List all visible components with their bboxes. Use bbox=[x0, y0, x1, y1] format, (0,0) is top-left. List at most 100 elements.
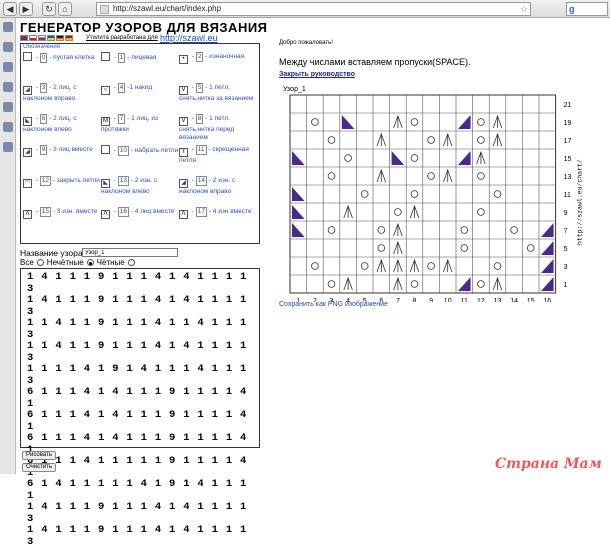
browser-toolbar: ◀ ▶ ↻ ⌂ http://szawl.eu/chart/index.php … bbox=[0, 0, 610, 18]
legend-item-11: ℓ - 11 - скрещенная петля bbox=[179, 145, 249, 164]
address-bar[interactable]: http://szawl.eu/chart/index.php ☆ bbox=[96, 2, 531, 16]
flag-english[interactable] bbox=[20, 35, 28, 41]
draw-button[interactable]: Рисовать bbox=[22, 451, 56, 460]
row-label: 5 bbox=[564, 246, 568, 253]
pattern-line: 1 1 4 1 1 9 1 1 1 4 1 1 4 1 1 1 3 bbox=[27, 317, 248, 341]
col-label: 9 bbox=[429, 298, 433, 302]
bind-off-icon: ◠ bbox=[23, 179, 32, 188]
yarn-over-mark bbox=[460, 226, 469, 234]
legend-item-0: - 0 - пустая клетка bbox=[23, 52, 101, 63]
page-title: ГЕНЕРАТОР УЗОРОВ ДЛЯ ВЯЗАНИЯ bbox=[20, 20, 268, 35]
flag-german[interactable] bbox=[56, 35, 64, 41]
browser-sidebar bbox=[0, 18, 16, 474]
legend-item-label: - пустая клетка bbox=[47, 54, 95, 61]
search-box[interactable]: g bbox=[566, 2, 608, 16]
legend-item-label: - 1 петл. снять,нитка за вязанием bbox=[179, 84, 254, 102]
flag-ukrainian[interactable] bbox=[47, 35, 55, 41]
yarn-over-mark bbox=[360, 262, 369, 270]
row-label: 17 bbox=[564, 138, 572, 145]
rows-even-radio[interactable] bbox=[127, 259, 135, 266]
legend-item-number: 16 bbox=[117, 207, 130, 217]
flag-spanish[interactable] bbox=[65, 35, 73, 41]
bookmarks-icon[interactable] bbox=[3, 22, 13, 32]
legend-item-9: ◢ - 9 - 3 лиц вместе bbox=[23, 145, 101, 157]
knit-icon bbox=[101, 52, 110, 61]
yarn-over-mark bbox=[410, 118, 419, 126]
col-label: 12 bbox=[477, 298, 485, 302]
close-guide-link[interactable]: Закрыть руководство bbox=[279, 71, 355, 78]
yarn-over-mark bbox=[460, 244, 469, 252]
yarn-over-mark bbox=[477, 280, 485, 288]
pattern-textarea[interactable]: 1 4 1 1 1 9 1 1 1 4 1 4 1 1 1 1 3 1 4 1 1… bbox=[20, 268, 260, 547]
bookmark-star-icon[interactable]: ☆ bbox=[520, 3, 528, 15]
rows-all-radio[interactable] bbox=[36, 259, 44, 266]
legend-item-15: Λ - 15 - 3 изн. вместе bbox=[23, 207, 101, 219]
p4tog-icon: Λ bbox=[179, 210, 188, 219]
legend-item-12: ◠ - 12 - закрыть петли bbox=[23, 176, 100, 188]
legend-item-17: Λ - 17 - 4 изн вместе bbox=[179, 207, 257, 219]
pattern-line: 6 1 1 1 4 1 4 1 1 1 9 1 1 1 1 4 1 bbox=[27, 386, 248, 410]
yarn-over-mark bbox=[327, 280, 336, 288]
yarn-over-mark bbox=[327, 172, 336, 180]
legend-item-label: -1 накид bbox=[125, 84, 153, 91]
legend-item-14: ◢ - 14 - 2 изн. с наклоном вправо bbox=[179, 176, 236, 195]
row-label: 13 bbox=[564, 174, 572, 181]
legend-item-4: ○ - 4 -1 накид bbox=[101, 83, 179, 95]
home-button[interactable]: ⌂ bbox=[58, 2, 72, 16]
yarn-over-mark bbox=[394, 208, 402, 216]
pattern-line: 6 1 4 1 1 1 1 1 4 1 9 1 4 1 1 1 1 bbox=[27, 478, 248, 502]
legend-item-label: - 3 лиц вместе bbox=[47, 146, 93, 153]
history-icon[interactable] bbox=[3, 42, 13, 52]
forward-button[interactable]: ▶ bbox=[19, 2, 33, 16]
pattern-name-input[interactable] bbox=[82, 248, 178, 257]
rows-odd-radio[interactable] bbox=[86, 259, 94, 266]
legend-title: Обозначения bbox=[23, 44, 61, 50]
pattern-line: 1 4 1 1 1 9 1 1 1 4 1 4 1 1 1 1 3 bbox=[27, 294, 248, 318]
pattern-line: 1 4 1 1 1 9 1 1 1 4 1 4 1 1 1 1 3 bbox=[27, 524, 248, 548]
legend-item-number: 17 bbox=[195, 207, 208, 217]
legend-item-number: 14 bbox=[195, 176, 208, 186]
col-label: 8 bbox=[413, 298, 417, 302]
add-icon[interactable] bbox=[3, 142, 13, 152]
pattern-line: 6 1 1 1 4 1 4 1 1 1 9 1 1 1 1 4 1 bbox=[27, 409, 248, 433]
pattern-chart: 1 2 3 4 5 6 7 8 9 10 11 12 13 14 15 16 21 19 17 15 13 11 9 7 5 3 1… bbox=[279, 84, 587, 302]
back-button[interactable]: ◀ bbox=[3, 2, 17, 16]
legend-item-6: ◣ - 6 - 2 лиц. с наклоном влево bbox=[23, 114, 77, 133]
pattern-line: 6 1 1 1 4 1 4 1 1 1 9 1 1 1 1 4 1 bbox=[27, 432, 248, 456]
rss-icon[interactable] bbox=[3, 82, 13, 92]
instruction-text: Между числами вставляем пропуски(SPACE). bbox=[279, 57, 471, 67]
chart-name: Узор_1 bbox=[283, 86, 306, 93]
yarn-over-mark bbox=[493, 262, 502, 270]
download-icon[interactable] bbox=[3, 102, 13, 112]
row-label: 7 bbox=[564, 228, 568, 235]
favicon-icon bbox=[100, 5, 109, 14]
legend-item-number: 10 bbox=[117, 146, 130, 156]
purl-dot-icon: • bbox=[179, 55, 188, 64]
row-label: 9 bbox=[564, 210, 568, 217]
cast-on-icon bbox=[101, 145, 110, 154]
legend-item-8: V - 8 - 1 петл. снять,нитка перед вязани… bbox=[179, 114, 235, 141]
yarn-over-mark bbox=[526, 244, 535, 252]
row-label: 11 bbox=[564, 192, 571, 199]
clock-icon[interactable] bbox=[3, 122, 13, 132]
legend-item-13: ◣ - 13 - 2 изн. с наклоном влево bbox=[101, 176, 158, 195]
yarn-over-mark bbox=[410, 280, 419, 288]
flag-polish[interactable] bbox=[29, 35, 37, 41]
yarn-over-mark bbox=[477, 208, 485, 216]
yarn-over-mark bbox=[510, 226, 518, 234]
share-icon[interactable] bbox=[3, 62, 13, 72]
legend-item-label: - набрать петли bbox=[129, 147, 179, 154]
slip-front-icon: V bbox=[179, 117, 188, 126]
reload-button[interactable]: ↻ bbox=[42, 2, 56, 16]
legend-item-label: - 3 изн. вместе bbox=[51, 208, 98, 215]
save-png-link[interactable]: Сохранить как PNG изображение bbox=[279, 301, 388, 308]
pattern-line: 1 1 1 1 4 1 9 1 4 1 1 1 4 1 1 1 3 bbox=[27, 363, 248, 387]
row-label: 15 bbox=[564, 156, 572, 163]
col-label: 7 bbox=[396, 298, 400, 302]
rows-filter: Все Нечётные Чётные bbox=[20, 258, 135, 267]
flag-russian[interactable] bbox=[38, 35, 46, 41]
google-icon: g bbox=[569, 4, 575, 14]
legend-item-label: - закрыть петли bbox=[51, 177, 100, 184]
site-link[interactable]: http://szawl.eu bbox=[160, 33, 218, 43]
clear-button[interactable]: Очистить bbox=[22, 463, 57, 472]
